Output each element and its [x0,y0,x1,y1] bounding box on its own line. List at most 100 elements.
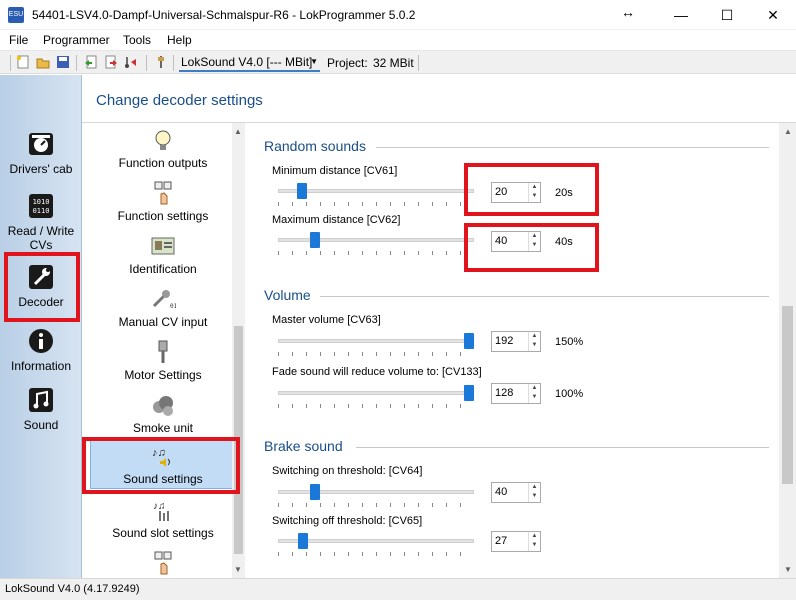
category-scrollbar[interactable]: ▲ ▼ [232,123,245,578]
programmer-tool-icon[interactable] [154,55,168,69]
app-icon: ESU [8,7,24,23]
menu-bar: File Programmer Tools Help [0,30,796,50]
decoder-type-select[interactable]: LokSound V4.0 [--- MBit] ▼ [179,54,320,72]
category-smoke-unit[interactable]: Smoke unit [90,392,236,435]
info-icon [27,327,55,355]
new-file-icon[interactable] [16,55,30,69]
toolbar-separator [146,55,147,71]
slider-ticks [278,404,474,408]
spin-arrows-icon[interactable]: ▲ ▼ [528,384,540,403]
title-bar: ESU 54401-LSV4.0-Dampf-Universal-Schmals… [0,0,796,30]
slider-track [278,189,474,193]
page-header: Change decoder settings [82,75,796,123]
sound-slot-icon: ♪♫ [90,497,236,523]
param-label: Minimum distance [CV61] [272,165,398,177]
spin-arrows-icon[interactable]: ▲ ▼ [528,332,540,351]
nav-read-write-cvs[interactable]: 1010 0110 Read / Write CVs [0,192,82,252]
piston-icon [90,339,236,365]
sound-settings-highlight-box [82,437,240,494]
smoke-icon [90,392,236,418]
id-card-icon [90,233,236,259]
section-title-brake-sound: Brake sound [264,438,343,454]
scrollbar-thumb[interactable] [782,306,793,484]
toolbar: LokSound V4.0 [--- MBit] ▼ Project: 32 M… [0,50,796,74]
sound-import-icon[interactable] [124,55,138,69]
menu-tools[interactable]: Tools [123,33,151,47]
page-title: Change decoder settings [96,92,263,109]
category-identification[interactable]: Identification [90,233,236,276]
project-size: 32 MBit [373,56,414,70]
category-label: Function outputs [118,156,208,170]
slider-track [278,238,474,242]
param-unit: 150% [555,336,584,348]
category-partial-item[interactable] [90,550,236,578]
menu-help[interactable]: Help [167,33,192,47]
maximize-button[interactable]: ☐ [704,0,750,30]
slider-thumb[interactable] [464,333,474,349]
slider-ticks [278,352,474,356]
category-label: Identification [129,262,197,276]
section-title-random-sounds: Random sounds [264,138,366,154]
spinbox-value: 27 [495,535,508,547]
toolbar-separator [418,55,419,71]
section-divider [356,447,769,448]
slider-thumb[interactable] [309,484,320,500]
chevron-down-icon: ▼ [310,57,318,66]
category-label: Sound slot settings [112,526,214,540]
slider-thumb[interactable] [298,533,309,549]
nav-drivers-cab[interactable]: Drivers' cab [0,130,82,176]
section-title-volume: Volume [264,287,311,303]
svg-text:01: 01 [170,303,176,310]
category-label: Function settings [117,209,209,223]
status-bar: LokSound V4.0 (4.17.9249) [0,578,796,600]
drivers-cab-icon [27,130,55,158]
slider-thumb[interactable] [296,183,307,199]
wrench-cv-icon: 01 [90,286,236,312]
minimize-button[interactable]: — [658,0,704,30]
toolbar-separator [173,55,174,71]
spin-arrows-icon[interactable]: ▲ ▼ [528,483,540,502]
menu-file[interactable]: File [9,33,28,47]
switch-on-threshold-spinbox[interactable]: 40 ▲ ▼ [491,482,541,503]
save-icon[interactable] [56,55,70,69]
svg-text:0110: 0110 [33,207,50,215]
open-folder-icon[interactable] [36,55,50,69]
close-button[interactable]: ✕ [750,0,796,30]
category-function-settings[interactable]: Function settings [90,180,236,223]
category-motor-settings[interactable]: Motor Settings [90,339,236,382]
settings-scrollbar[interactable]: ▲ ▼ [779,123,796,578]
scroll-up-icon[interactable]: ▲ [784,127,792,136]
export-icon[interactable] [104,55,118,69]
param-label: Switching off threshold: [CV65] [272,515,423,527]
scroll-down-icon[interactable]: ▼ [784,565,792,574]
scroll-down-icon[interactable]: ▼ [234,565,242,574]
slider-thumb[interactable] [309,232,320,248]
section-divider [320,296,769,297]
nav-sound[interactable]: Sound [0,386,82,432]
spin-arrows-icon[interactable]: ▲ ▼ [528,532,540,551]
category-manual-cv-input[interactable]: 01 Manual CV input [90,286,236,329]
category-label: Manual CV input [118,315,208,329]
category-label: Smoke unit [132,421,194,435]
spinbox-value: 128 [495,387,514,399]
project-label: Project: [327,56,368,70]
music-note-icon [27,386,55,414]
import-icon[interactable] [84,55,98,69]
min-distance-highlight-box [464,163,599,216]
slider-thumb[interactable] [464,385,474,401]
menu-programmer[interactable]: Programmer [43,33,110,47]
nav-information[interactable]: Information [0,327,82,373]
spinbox-value: 40 [495,486,508,498]
master-volume-spinbox[interactable]: 192 ▲ ▼ [491,331,541,352]
section-divider [376,147,769,148]
resize-icon[interactable]: ↔ [621,4,635,20]
slider-ticks [278,251,474,255]
fade-volume-spinbox[interactable]: 128 ▲ ▼ [491,383,541,404]
settings-category-list: Function outputs Function settings Ident… [82,123,245,578]
scroll-up-icon[interactable]: ▲ [234,127,242,136]
switch-off-threshold-spinbox[interactable]: 27 ▲ ▼ [491,531,541,552]
category-function-outputs[interactable]: Function outputs [90,127,236,170]
category-sound-slot-settings[interactable]: ♪♫ Sound slot settings [90,497,236,540]
param-label: Switching on threshold: [CV64] [272,465,423,477]
param-label: Fade sound will reduce volume to: [CV133… [272,366,482,378]
